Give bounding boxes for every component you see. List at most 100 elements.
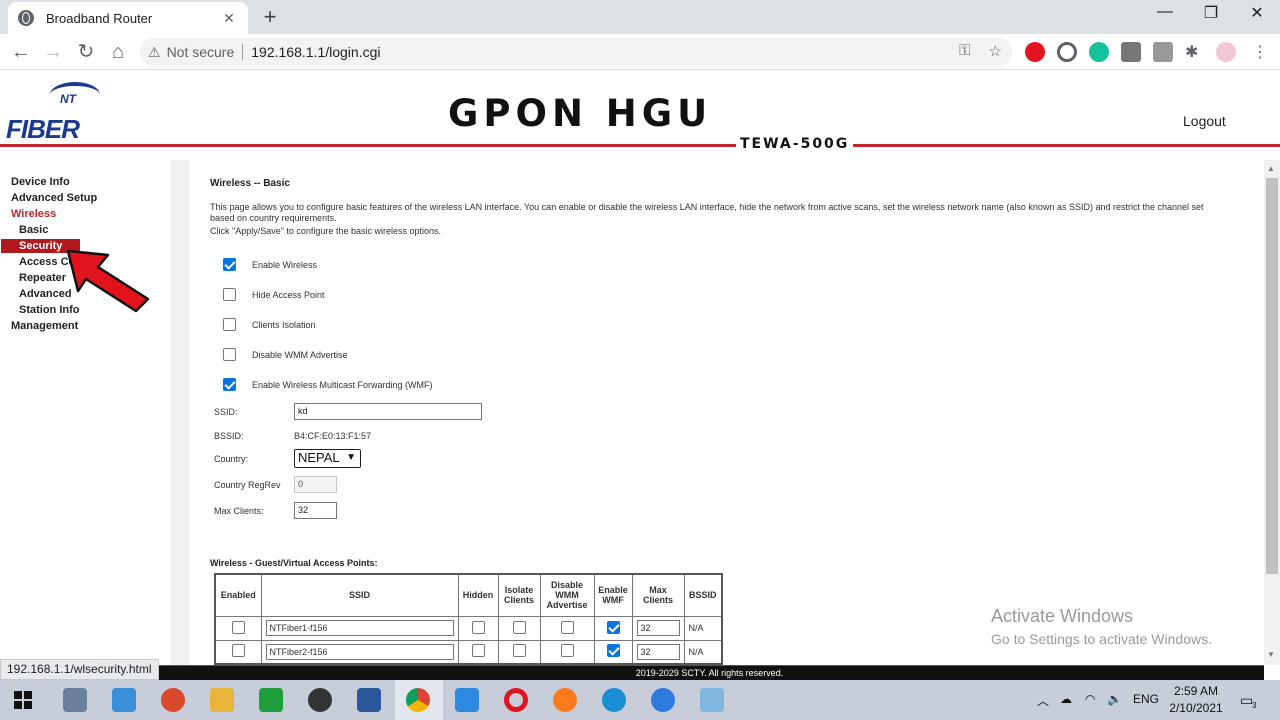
header-divider (0, 144, 1280, 147)
vap-enabled-checkbox[interactable] (231, 620, 245, 634)
clients-isolation-checkbox[interactable] (223, 318, 236, 331)
app-f-icon[interactable] (112, 688, 136, 712)
vap-hidden-checkbox[interactable] (471, 644, 485, 658)
main-content: Wireless -- Basic This page allows you t… (190, 160, 1264, 665)
wmf-checkbox[interactable] (223, 378, 236, 391)
vap-cell-hidden (457, 615, 499, 641)
chrome-icon[interactable] (406, 688, 430, 712)
enable-wireless-checkbox[interactable] (223, 258, 236, 271)
chrome-canary-icon[interactable] (651, 688, 675, 712)
chevron-up-icon[interactable]: ︿ (1037, 692, 1049, 709)
notification-count: 3 (1252, 701, 1257, 710)
vap-ssid-input[interactable]: NTFiber1-f156 (265, 620, 454, 636)
scroll-up-icon[interactable]: ▲ (1267, 164, 1275, 173)
router-header: NT FIBER GPON HGU TEWA-500G Logout (0, 70, 1280, 160)
disable-wmm-checkbox[interactable] (223, 348, 236, 361)
vap-disable-wmm-checkbox[interactable] (560, 620, 574, 634)
sidebar-item-wireless[interactable]: Wireless (11, 208, 56, 220)
page-scrollbar[interactable]: ▲ ▼ (1264, 160, 1280, 665)
vap-disable-wmm-checkbox[interactable] (560, 644, 574, 658)
browser-tab[interactable]: Broadband Router ✕ (8, 2, 248, 34)
vap-enabled-checkbox[interactable] (231, 644, 245, 658)
restore-button[interactable]: ❐ (1196, 3, 1226, 23)
sidebar-item-device-info[interactable]: Device Info (11, 176, 70, 188)
sidebar-item-repeater[interactable]: Repeater (19, 272, 66, 284)
firefox-icon[interactable] (553, 688, 577, 712)
profile-avatar[interactable] (1216, 42, 1236, 62)
camtasia-icon[interactable] (259, 688, 283, 712)
forward-icon[interactable]: → (40, 39, 66, 65)
hide-access-point-checkbox[interactable] (223, 288, 236, 301)
scroll-thumb[interactable] (1266, 178, 1278, 574)
sidebar-item-basic[interactable]: Basic (19, 224, 48, 236)
opera-extension-icon[interactable] (1025, 42, 1045, 62)
sidebar: Device Info Advanced Setup Wireless Basi… (0, 160, 170, 665)
calculator-icon[interactable] (63, 688, 87, 712)
app-icon[interactable] (700, 688, 724, 712)
wifi-icon[interactable]: ◠ (1085, 692, 1095, 706)
ssid-label: SSID: (214, 407, 238, 417)
clients-isolation-label: Clients Isolation (252, 319, 316, 330)
opera-icon[interactable] (504, 688, 528, 712)
vap-isolate-checkbox[interactable] (512, 644, 526, 658)
logout-link[interactable]: Logout (1183, 113, 1226, 129)
taskbar-clock[interactable]: 2:59 AM 2/10/2021 (1168, 683, 1224, 717)
country-regrev-input[interactable]: 0 (294, 476, 337, 493)
sidebar-item-advanced-setup[interactable]: Advanced Setup (11, 192, 97, 204)
close-window-button[interactable]: ✕ (1242, 3, 1272, 23)
country-select[interactable]: NEPAL ▼ (294, 449, 361, 468)
activate-windows-title: Activate Windows (991, 606, 1134, 626)
country-regrev-label: Country RegRev (214, 480, 281, 490)
extension-icon-2[interactable] (1153, 42, 1173, 62)
address-bar[interactable]: ⚠ Not secure 192.168.1.1/login.cgi ⚿ ☆ (140, 38, 1012, 66)
disable-wmm-row: Disable WMM Advertise (223, 348, 348, 361)
minimize-button[interactable]: — (1150, 3, 1180, 21)
warning-icon: ⚠ (148, 43, 161, 60)
back-icon[interactable]: ← (8, 39, 34, 65)
vap-hidden-checkbox[interactable] (471, 620, 485, 634)
vap-isolate-checkbox[interactable] (512, 620, 526, 634)
menu-icon[interactable]: ⋮ (1250, 42, 1270, 62)
max-clients-input[interactable]: 32 (294, 502, 337, 519)
status-url: 192.168.1.1/wlsecurity.html (0, 659, 159, 680)
word-icon[interactable] (357, 688, 381, 712)
obs-icon[interactable] (308, 688, 332, 712)
reload-icon[interactable]: ↻ (73, 39, 99, 65)
windows-start-icon[interactable] (14, 691, 32, 709)
vap-max-clients-input[interactable]: 32 (636, 643, 680, 660)
language-indicator[interactable]: ENG (1133, 692, 1159, 706)
extension-icon[interactable] (1121, 42, 1141, 62)
file-explorer-icon[interactable] (210, 688, 234, 712)
settings-app-icon[interactable] (455, 688, 479, 712)
vap-cell-max-clients: 32 (631, 615, 685, 641)
browser-tabstrip: Broadband Router ✕ + — ❐ ✕ (0, 0, 1280, 34)
vap-header-disable-wmm: Disable WMM Advertise (539, 573, 595, 617)
logo-nt-text: NT (60, 92, 76, 106)
puzzle-icon[interactable]: ✱ (1185, 42, 1205, 62)
block-extension-icon[interactable] (1057, 42, 1077, 62)
edge-icon[interactable] (602, 688, 626, 712)
ssid-input[interactable]: kd (294, 403, 482, 420)
scroll-down-icon[interactable]: ▼ (1267, 650, 1275, 659)
not-secure-label[interactable]: Not secure (167, 44, 244, 60)
vap-ssid-input[interactable]: NTFiber2-f156 (265, 643, 454, 660)
country-label: Country: (214, 454, 249, 464)
vap-header-ssid: SSID (260, 573, 459, 617)
vap-wmf-checkbox[interactable] (606, 644, 620, 658)
sidebar-item-management[interactable]: Management (11, 320, 78, 332)
key-icon[interactable]: ⚿ (959, 42, 970, 60)
vap-wmf-checkbox[interactable] (606, 620, 620, 634)
new-tab-button[interactable]: + (258, 4, 282, 30)
cloud-icon[interactable]: ☁ (1060, 692, 1072, 706)
vap-max-clients-input[interactable]: 32 (636, 620, 680, 636)
tab-close-icon[interactable]: ✕ (220, 10, 238, 27)
vap-cell-ssid: NTFiber2-f156 (260, 639, 459, 665)
grammarly-extension-icon[interactable] (1089, 42, 1109, 62)
enable-wireless-row: Enable Wireless (223, 258, 317, 271)
star-icon[interactable]: ☆ (989, 42, 1002, 60)
volume-icon[interactable]: 🔈 (1107, 692, 1122, 706)
url-text[interactable]: 192.168.1.1/login.cgi (251, 44, 380, 60)
max-clients-label: Max Clients: (214, 506, 264, 516)
home-icon[interactable]: ⌂ (105, 39, 131, 65)
app-red-icon[interactable] (161, 688, 185, 712)
